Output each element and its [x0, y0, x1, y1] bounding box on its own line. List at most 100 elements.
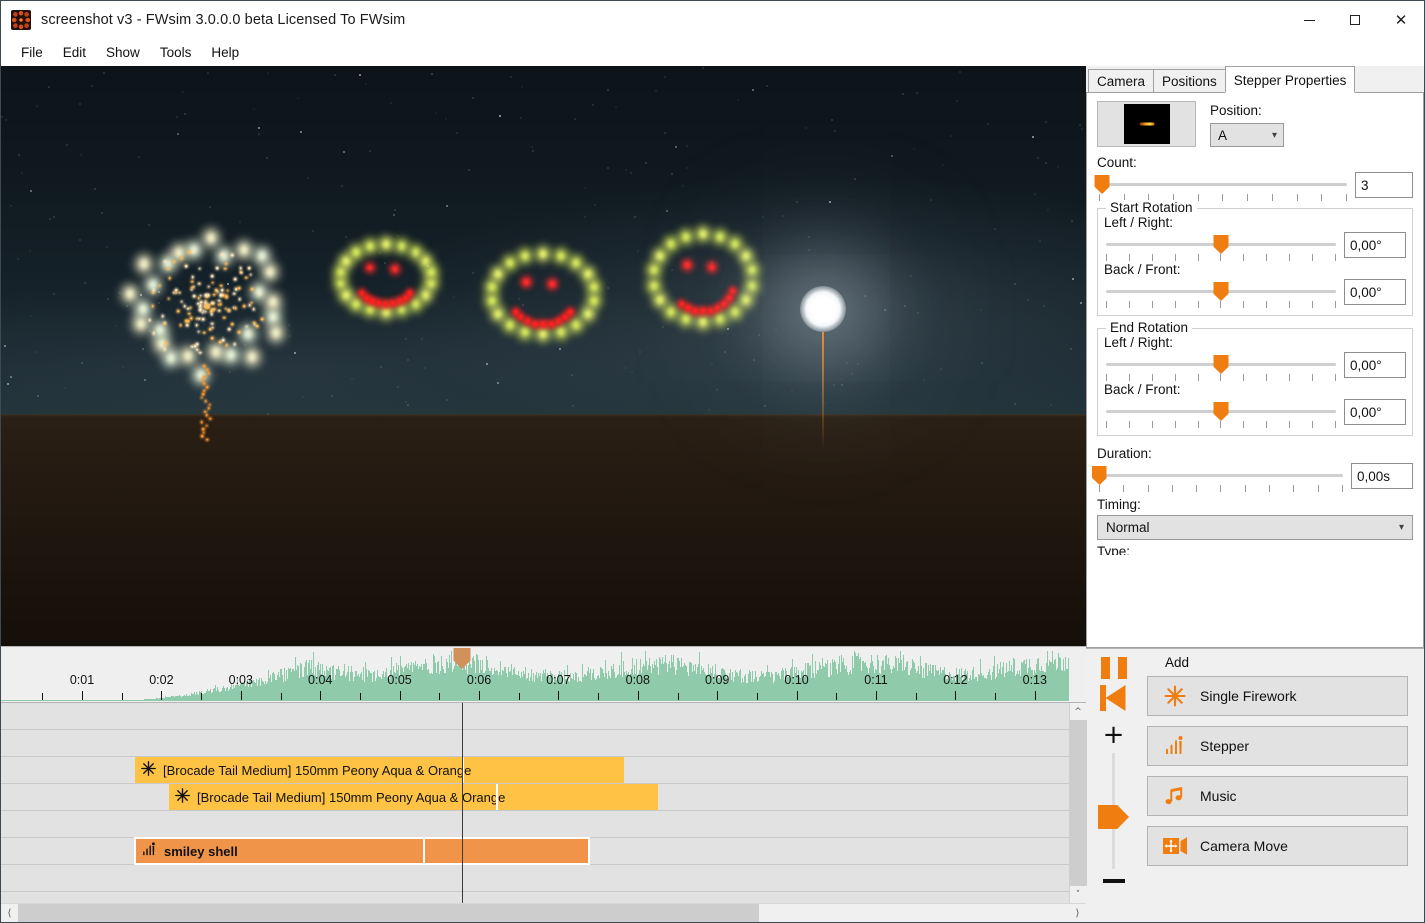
- tab-camera[interactable]: Camera: [1088, 69, 1155, 92]
- vertical-scroll-thumb[interactable]: [1069, 720, 1087, 886]
- start-left-right-label: Left / Right:: [1104, 215, 1174, 230]
- chevron-down-icon: ▾: [1398, 522, 1404, 533]
- rewind-to-start-button[interactable]: [1099, 683, 1129, 713]
- add-single-firework-label: Single Firework: [1200, 688, 1297, 704]
- scroll-down-button[interactable]: ˅: [1070, 886, 1087, 903]
- minimize-icon: [1303, 19, 1315, 21]
- timeline-ruler[interactable]: 0:01 0:02 0:03 0:04 0:05 0:06 0:07 0:08 0:09 0:10…: [1, 646, 1086, 703]
- add-music-button[interactable]: Music: [1147, 776, 1408, 816]
- slider-ticks: [1104, 301, 1338, 308]
- timeline-clip[interactable]: [Brocade Tail Medium] 150mm Peony Aqua &…: [169, 784, 658, 810]
- timeline-track-row[interactable]: [1, 811, 1069, 838]
- zoom-slider-thumb[interactable]: [1098, 805, 1129, 829]
- main-body: 0:01 0:02 0:03 0:04 0:05 0:06 0:07 0:08 0:09 0:10…: [1, 66, 1424, 922]
- add-stepper-label: Stepper: [1200, 738, 1250, 754]
- close-button[interactable]: ✕: [1378, 1, 1424, 39]
- timeline-zoom-slider[interactable]: [1098, 753, 1129, 869]
- ruler-time-labels: 0:01 0:02 0:03 0:04 0:05 0:06 0:07 0:08 0:09 0:10…: [1, 673, 1086, 691]
- timing-dropdown[interactable]: Normal ▾: [1097, 515, 1413, 540]
- left-column: 0:01 0:02 0:03 0:04 0:05 0:06 0:07 0:08 0:09 0:10…: [1, 66, 1087, 922]
- duration-slider[interactable]: [1091, 463, 1345, 493]
- count-slider[interactable]: [1094, 172, 1349, 202]
- add-single-firework-button[interactable]: Single Firework: [1147, 676, 1408, 716]
- end-left-right-slider[interactable]: [1104, 352, 1338, 382]
- end-left-right-label: Left / Right:: [1104, 335, 1174, 350]
- timeline-clip[interactable]: smiley shell: [134, 837, 590, 865]
- add-camera-move-button[interactable]: Camera Move: [1147, 826, 1408, 866]
- count-slider-thumb[interactable]: [1094, 175, 1110, 194]
- add-buttons-column: Add Single Firework Stepper Music Camera…: [1141, 649, 1424, 921]
- end-left-right-slider-thumb[interactable]: [1213, 355, 1229, 374]
- end-back-front-slider[interactable]: [1104, 399, 1338, 429]
- scroll-up-button[interactable]: ^: [1070, 703, 1087, 720]
- maximize-button[interactable]: [1332, 1, 1378, 39]
- playhead-line: [462, 703, 463, 903]
- preview-canvas: [1123, 104, 1170, 144]
- 3d-viewport[interactable]: [1, 66, 1086, 646]
- start-back-front-label: Back / Front:: [1104, 262, 1181, 277]
- window-controls: ✕: [1286, 1, 1424, 39]
- horizontal-scroll-track[interactable]: [18, 904, 1069, 922]
- right-column: Camera Positions Stepper Properties Posi…: [1086, 66, 1424, 922]
- minimize-button[interactable]: [1286, 1, 1332, 39]
- count-value-field[interactable]: 3: [1355, 172, 1413, 198]
- timeline-track-row[interactable]: [1, 865, 1069, 892]
- clip-label: smiley shell: [164, 843, 238, 859]
- ruler-label: 0:06: [466, 673, 492, 687]
- start-back-front-slider-thumb[interactable]: [1213, 282, 1229, 301]
- scroll-right-button[interactable]: ⟩: [1069, 904, 1086, 922]
- timeline: 0:01 0:02 0:03 0:04 0:05 0:06 0:07 0:08 0:09 0:10…: [1, 646, 1087, 922]
- scroll-left-button[interactable]: ⟨: [1, 904, 18, 922]
- star-field: [1, 66, 1086, 646]
- start-left-right-slider-thumb[interactable]: [1213, 235, 1229, 254]
- pause-button[interactable]: [1100, 657, 1127, 679]
- preview-spark-icon: [1139, 122, 1154, 126]
- start-left-right-value-field[interactable]: 0,00°: [1344, 232, 1406, 258]
- end-back-front-value-field[interactable]: 0,00°: [1344, 399, 1406, 425]
- ruler-label: 0:07: [546, 673, 571, 687]
- fwsim-main-window: screenshot v3 - FWsim 3.0.0.0 beta Licen…: [0, 0, 1425, 923]
- duration-value-field[interactable]: 0,00s: [1351, 463, 1413, 489]
- ruler-label: 0:11: [864, 673, 888, 687]
- end-back-front-slider-thumb[interactable]: [1213, 402, 1229, 421]
- menu-item-edit[interactable]: Edit: [53, 41, 96, 64]
- start-back-front-slider[interactable]: [1104, 279, 1338, 309]
- timeline-horizontal-scrollbar[interactable]: ⟨ ⟩: [1, 903, 1086, 922]
- slider-ticks: [1104, 421, 1338, 428]
- timeline-tracks[interactable]: [Brocade Tail Medium] 150mm Peony Aqua &…: [1, 703, 1069, 903]
- stepper-properties-panel: Position: A ▾ Count: 3 Start Rotation Le…: [1086, 93, 1424, 648]
- menu-item-show[interactable]: Show: [96, 41, 150, 64]
- ruler-label: 0:13: [1022, 673, 1047, 687]
- timeline-clip[interactable]: [Brocade Tail Medium] 150mm Peony Aqua &…: [135, 757, 624, 783]
- tab-stepper-properties[interactable]: Stepper Properties: [1224, 66, 1356, 93]
- start-back-front-value-field[interactable]: 0,00°: [1344, 279, 1406, 305]
- timeline-track-row[interactable]: [1, 730, 1069, 757]
- start-left-right-slider[interactable]: [1104, 232, 1338, 262]
- ruler-label: 0:09: [705, 673, 730, 687]
- position-dropdown[interactable]: A ▾: [1210, 123, 1284, 147]
- end-rotation-group: End Rotation Left / Right: 0,00° Back / …: [1097, 320, 1413, 436]
- maximize-icon: [1350, 15, 1360, 25]
- add-panel: + Add Single Firework Stepper Music Came…: [1086, 648, 1424, 921]
- duration-label: Duration:: [1097, 446, 1152, 461]
- title-bar: screenshot v3 - FWsim 3.0.0.0 beta Licen…: [1, 1, 1424, 39]
- menu-item-help[interactable]: Help: [201, 41, 249, 64]
- tab-positions[interactable]: Positions: [1153, 69, 1226, 92]
- zoom-in-button[interactable]: +: [1103, 722, 1125, 748]
- menu-item-file[interactable]: File: [11, 41, 53, 64]
- stepper-bars-icon: [141, 841, 158, 861]
- end-left-right-value-field[interactable]: 0,00°: [1344, 352, 1406, 378]
- add-stepper-button[interactable]: Stepper: [1147, 726, 1408, 766]
- stepper-preview-thumbnail[interactable]: [1097, 101, 1196, 147]
- count-label: Count:: [1097, 155, 1137, 170]
- duration-slider-thumb[interactable]: [1091, 466, 1107, 485]
- menu-item-tools[interactable]: Tools: [150, 41, 202, 64]
- add-title: Add: [1165, 655, 1190, 670]
- timeline-track-row[interactable]: [1, 703, 1069, 730]
- horizontal-scroll-thumb[interactable]: [18, 904, 759, 922]
- menu-bar: File Edit Show Tools Help: [1, 39, 1424, 66]
- ruler-ticks: [1, 691, 1086, 700]
- timeline-vertical-scrollbar[interactable]: ^ ˅: [1069, 703, 1087, 903]
- camera-move-icon: [1162, 833, 1188, 859]
- zoom-out-button[interactable]: [1102, 879, 1125, 883]
